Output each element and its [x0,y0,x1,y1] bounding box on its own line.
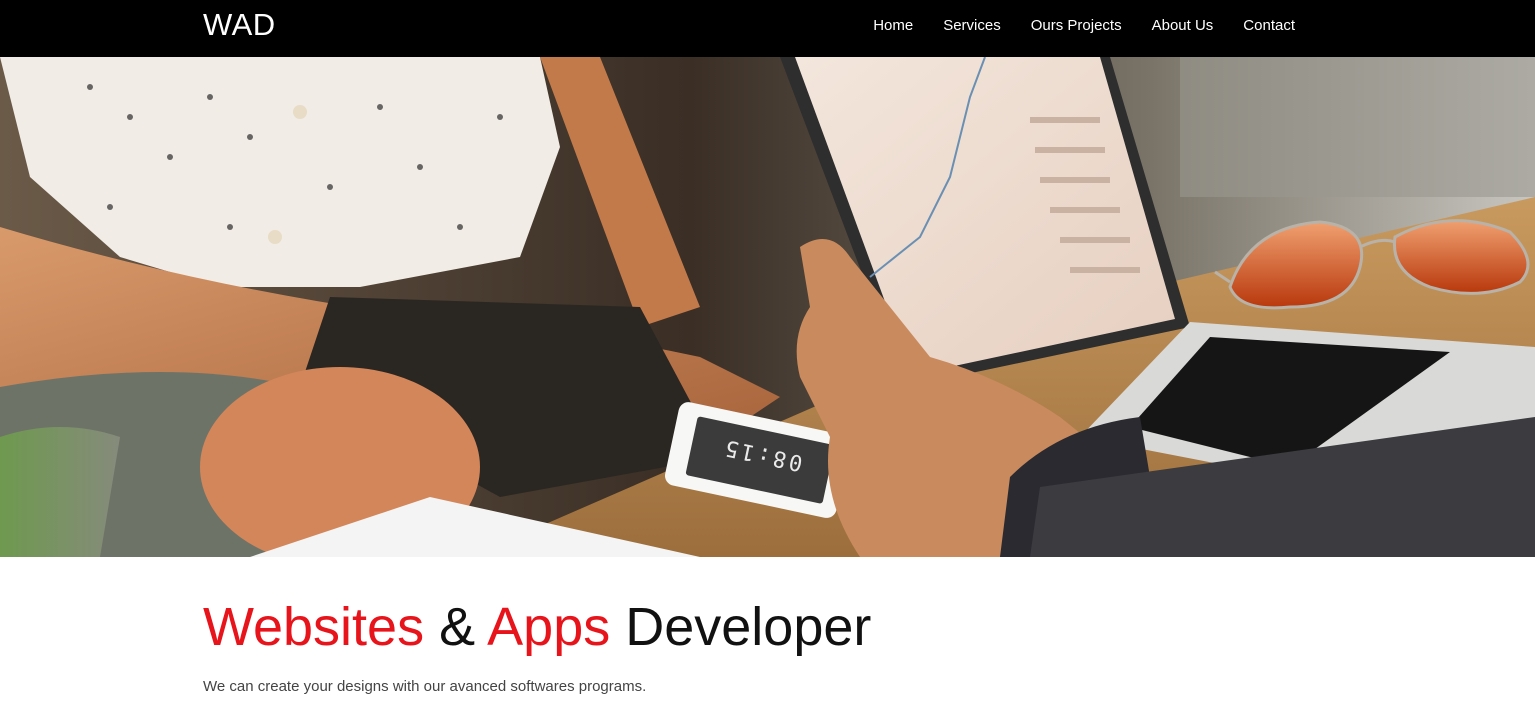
nav-projects[interactable]: Ours Projects [1031,17,1122,34]
headline-apps: Apps [487,597,611,657]
headline: Websites & Apps Developer [203,590,1333,664]
tagline: We can create your designs with our avan… [203,678,647,695]
headline-developer: Developer [610,597,872,657]
nav-contact[interactable]: Contact [1243,17,1295,34]
main-nav: Home Services Ours Projects About Us Con… [873,0,1295,50]
nav-services[interactable]: Services [943,17,1001,34]
headline-amp: & [424,597,488,657]
hero-image: 08:15 [0,57,1535,557]
nav-about-us[interactable]: About Us [1152,17,1214,34]
nav-home[interactable]: Home [873,17,913,34]
headline-websites: Websites [203,597,425,657]
top-navbar: WAD Home Services Ours Projects About Us… [0,0,1535,57]
intro-section: Websites & Apps Developer We can create … [203,590,1333,695]
brand-logo[interactable]: WAD [203,8,276,42]
